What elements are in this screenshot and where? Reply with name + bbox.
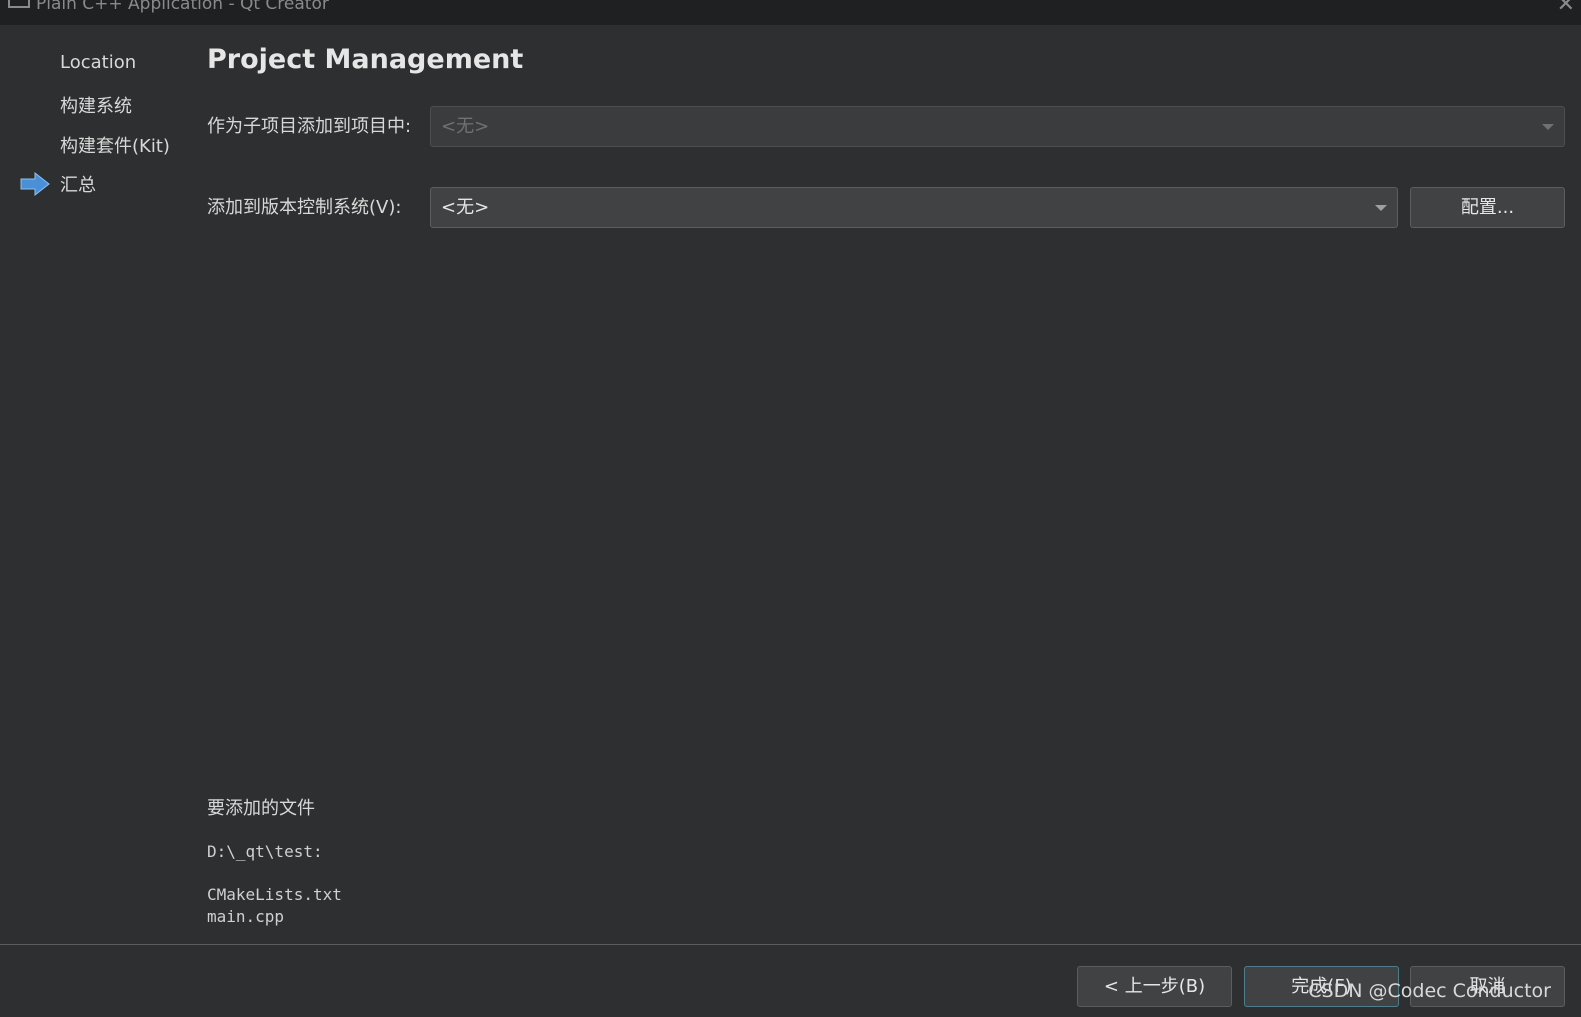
chevron-down-icon[interactable] xyxy=(1375,205,1387,211)
subproject-combo-value: <无> xyxy=(441,116,490,137)
vcs-combo-value: <无> xyxy=(441,197,490,218)
footer-divider xyxy=(0,944,1581,945)
file-item: CMakeLists.txt xyxy=(207,885,342,904)
app-icon xyxy=(8,0,30,8)
close-icon[interactable]: ✕ xyxy=(1557,0,1575,17)
wizard-steps xyxy=(0,25,190,945)
step-kits: 构建套件(Kit) xyxy=(60,136,170,157)
subproject-combo: <无> xyxy=(430,106,1565,147)
window-title: Plain C++ Application - Qt Creator xyxy=(36,0,329,14)
configure-button[interactable]: 配置... xyxy=(1410,187,1565,228)
step-location: Location xyxy=(60,52,137,73)
chevron-down-icon xyxy=(1542,124,1554,130)
file-item: main.cpp xyxy=(207,907,285,926)
title-bar: Plain C++ Application - Qt Creator ✕ xyxy=(0,0,1581,25)
finish-button[interactable]: 完成(F) xyxy=(1244,966,1399,1007)
files-heading: 要添加的文件 xyxy=(207,798,315,819)
step-build-system: 构建系统 xyxy=(60,96,132,117)
page-title: Project Management xyxy=(207,44,524,75)
subproject-label: 作为子项目添加到项目中: xyxy=(207,116,412,137)
current-step-arrow-icon xyxy=(20,172,50,196)
cancel-button[interactable]: 取消 xyxy=(1410,966,1565,1007)
step-summary: 汇总 xyxy=(60,175,96,196)
vcs-label: 添加到版本控制系统(V): xyxy=(207,197,402,218)
vcs-combo[interactable]: <无> xyxy=(430,187,1398,228)
back-button[interactable]: < 上一步(B) xyxy=(1077,966,1232,1007)
files-directory: D:\_qt\test: xyxy=(207,842,323,861)
